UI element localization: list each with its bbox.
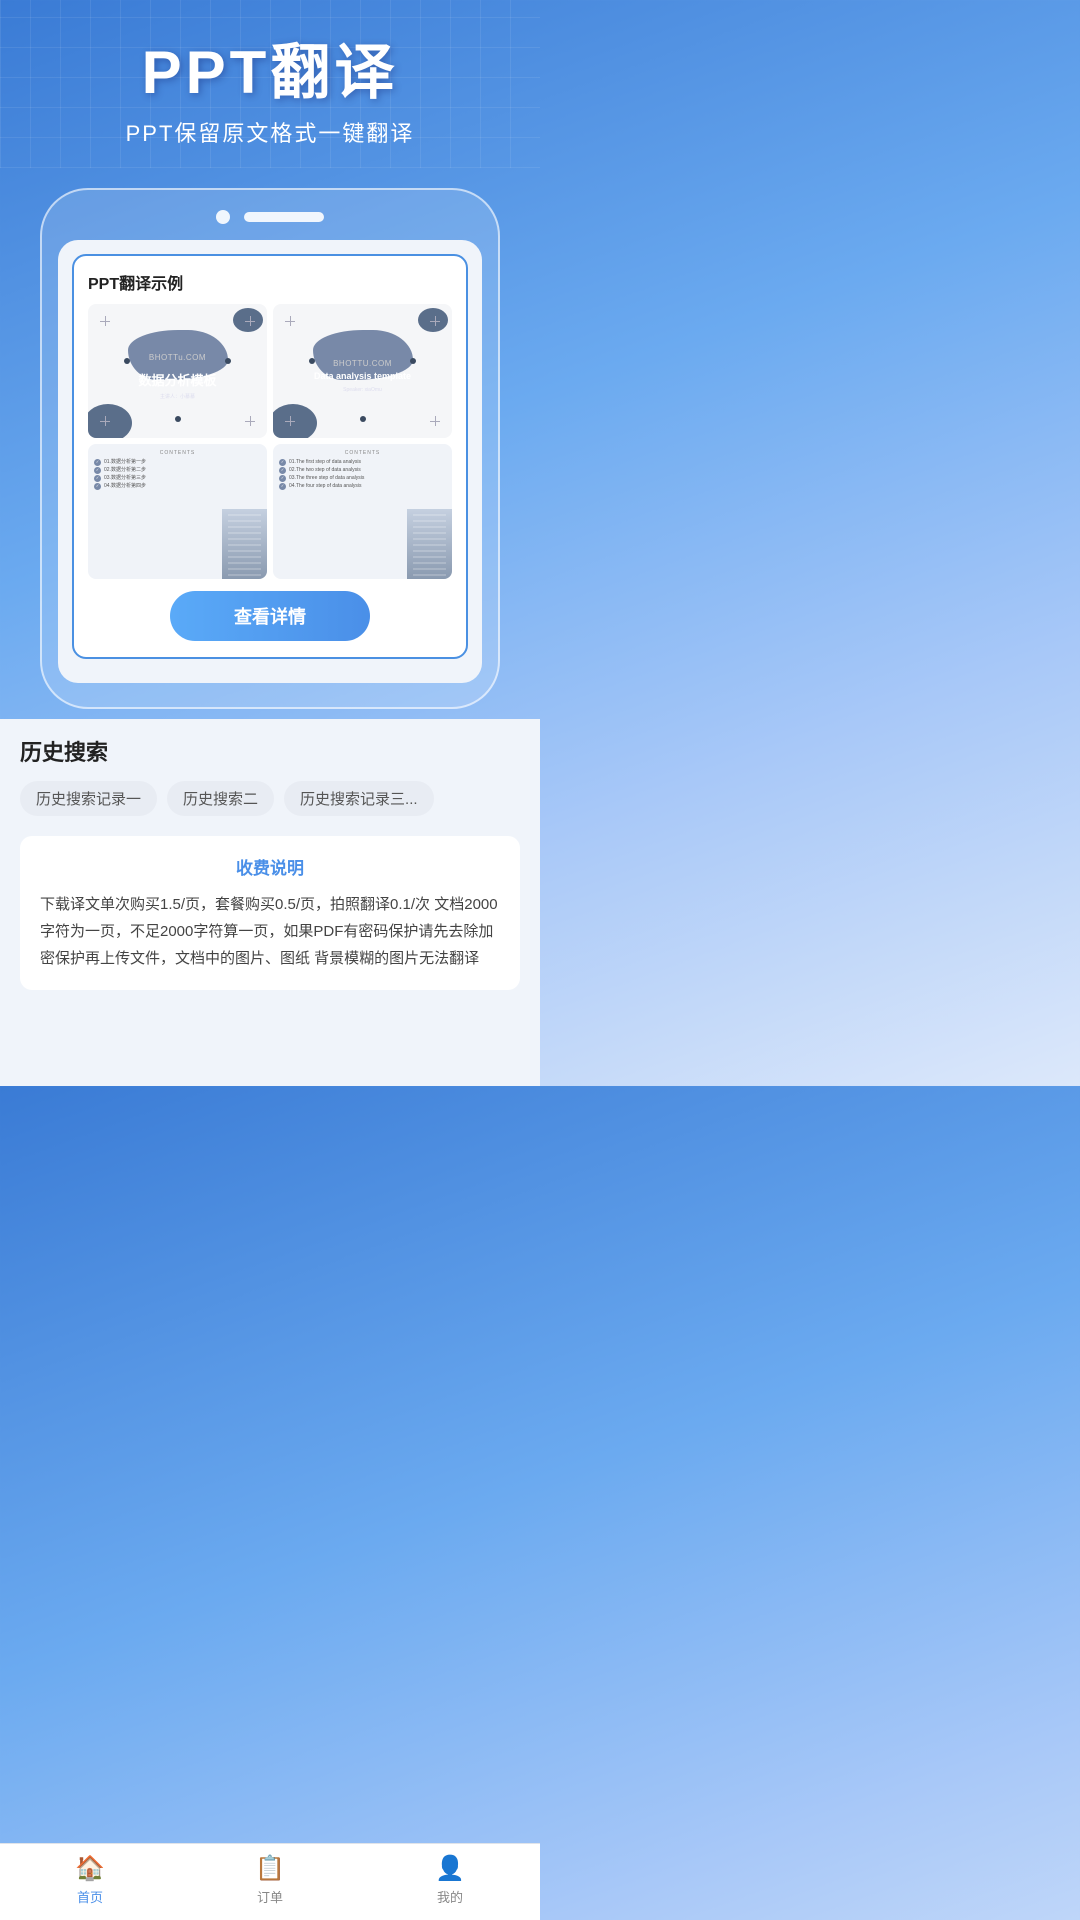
check-icon: ✓ — [279, 475, 286, 482]
list-item: ✓02.数据分析第二步 — [94, 466, 261, 474]
history-title: 历史搜索 — [20, 735, 520, 767]
demo-card-title: PPT翻译示例 — [88, 270, 452, 294]
contents-header-cn: CONTENTS — [94, 450, 261, 456]
list-item: ✓03.数据分析第三步 — [94, 474, 261, 482]
check-icon: ✓ — [94, 475, 101, 482]
list-item: ✓03.The three step of data analysis — [279, 474, 446, 482]
contents-header-en: CONTENTS — [279, 450, 446, 456]
nav-home-label: 首页 — [77, 1887, 103, 1906]
check-icon: ✓ — [94, 483, 101, 490]
list-item: ✓01.数据分析第一步 — [94, 458, 261, 466]
building-graphic-2 — [407, 509, 452, 579]
slide-en-contents: CONTENTS ✓01.The first step of data anal… — [273, 444, 452, 578]
profile-icon: 👤 — [435, 1854, 465, 1883]
main-content: 历史搜索 历史搜索记录一历史搜索二历史搜索记录三... 收费说明 下载译文单次购… — [0, 719, 540, 1086]
phone-screen: PPT翻译示例 — [58, 240, 482, 683]
list-item: ✓01.The first step of data analysis — [279, 458, 446, 466]
pricing-title: 收费说明 — [40, 854, 500, 879]
view-details-button[interactable]: 查看详情 — [170, 591, 370, 641]
app-subtitle: PPT保留原文格式一键翻译 — [20, 116, 520, 148]
phone-frame: PPT翻译示例 — [40, 188, 500, 709]
pricing-text: 下载译文单次购买1.5/页，套餐购买0.5/页，拍照翻译0.1/次 文档2000… — [40, 891, 500, 972]
list-item: ✓04.The four step of data analysis — [279, 482, 446, 490]
pricing-card: 收费说明 下载译文单次购买1.5/页，套餐购买0.5/页，拍照翻译0.1/次 文… — [20, 836, 520, 990]
slide-cn-contents: CONTENTS ✓01.数据分析第一步✓02.数据分析第二步✓03.数据分析第… — [88, 444, 267, 578]
slide-cn-title: 数据分析模板 — [138, 370, 216, 389]
history-tag[interactable]: 历史搜索记录三... — [284, 781, 434, 816]
history-tag[interactable]: 历史搜索记录一 — [20, 781, 157, 816]
demo-card: PPT翻译示例 — [72, 254, 468, 659]
phone-wrapper: PPT翻译示例 — [0, 168, 540, 719]
list-item: ✓04.数据分析第四步 — [94, 482, 261, 490]
slide-cn-subtitle: 主讲人：小慕慕 — [138, 393, 216, 400]
phone-notch — [58, 210, 482, 224]
app-title: PPT翻译 — [20, 40, 520, 106]
slide-chinese: BHOTTu.COM 数据分析模板 主讲人：小慕慕 — [88, 304, 267, 438]
slide3-items: ✓01.数据分析第一步✓02.数据分析第二步✓03.数据分析第三步✓04.数据分… — [94, 458, 261, 490]
list-item: ✓02.The two step of data analysis — [279, 466, 446, 474]
check-icon: ✓ — [94, 459, 101, 466]
history-tag[interactable]: 历史搜索二 — [167, 781, 274, 816]
slide-en-subtitle: Speaker: xiaOmu — [314, 387, 411, 393]
history-tags: 历史搜索记录一历史搜索二历史搜索记录三... — [20, 781, 520, 816]
nav-orders-label: 订单 — [257, 1887, 283, 1906]
nav-home[interactable]: 🏠 首页 — [0, 1854, 180, 1906]
check-icon: ✓ — [279, 467, 286, 474]
nav-orders[interactable]: 📋 订单 — [180, 1854, 360, 1906]
check-icon: ✓ — [279, 459, 286, 466]
check-icon: ✓ — [94, 467, 101, 474]
check-icon: ✓ — [279, 483, 286, 490]
bottom-nav: 🏠 首页 📋 订单 👤 我的 — [0, 1843, 540, 1920]
orders-icon: 📋 — [255, 1854, 285, 1883]
header: PPT翻译 PPT保留原文格式一键翻译 — [0, 0, 540, 168]
slide-en-title: Data analysis template — [314, 370, 411, 383]
building-graphic — [222, 509, 267, 579]
slide4-items: ✓01.The first step of data analysis✓02.T… — [279, 458, 446, 490]
slide-english: BHOTTU.COM Data analysis template Speake… — [273, 304, 452, 438]
phone-camera — [216, 210, 230, 224]
home-icon: 🏠 — [75, 1854, 105, 1883]
slides-grid: BHOTTu.COM 数据分析模板 主讲人：小慕慕 — [88, 304, 452, 579]
nav-profile-label: 我的 — [437, 1887, 463, 1906]
nav-profile[interactable]: 👤 我的 — [360, 1854, 540, 1906]
phone-speaker — [244, 212, 324, 222]
